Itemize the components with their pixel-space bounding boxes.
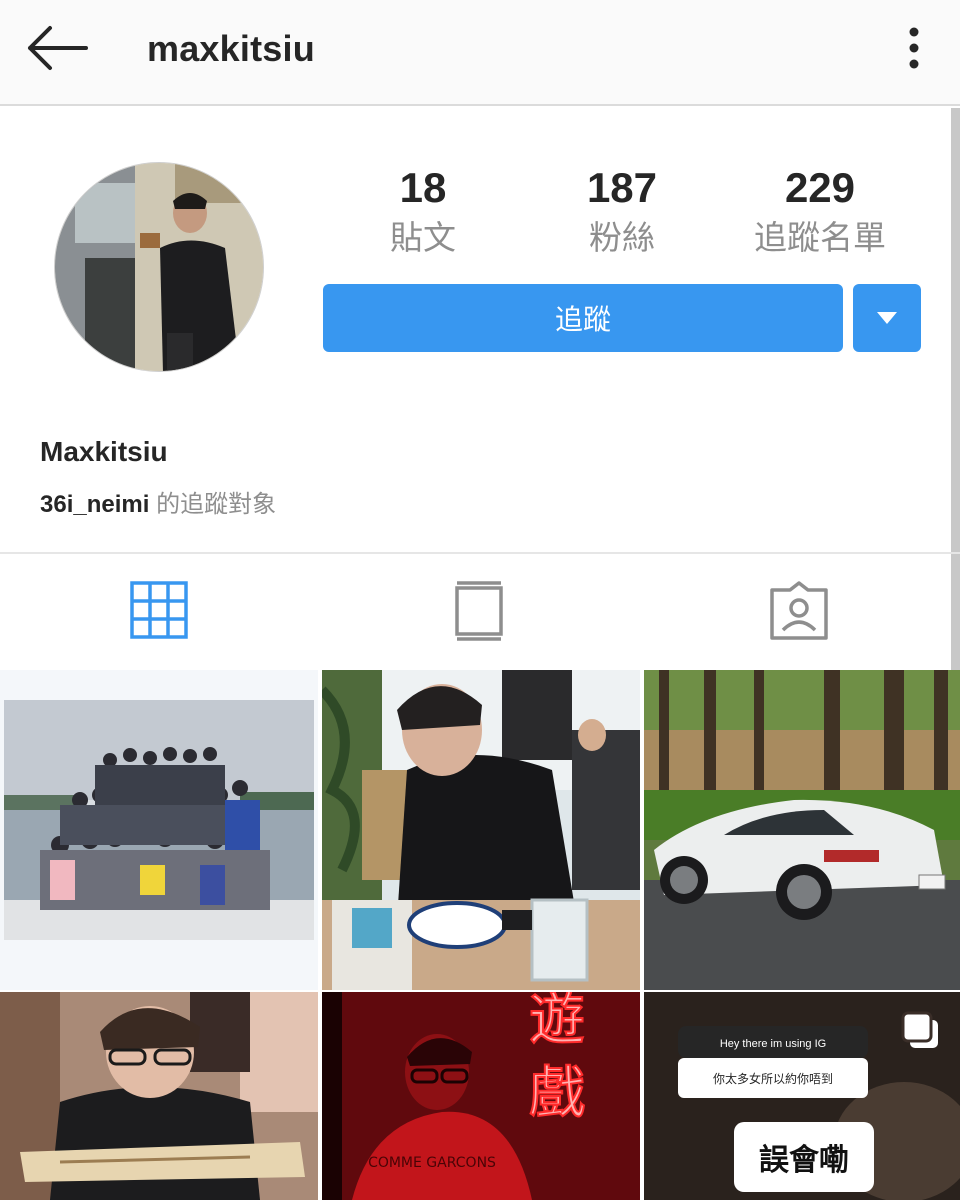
stat-posts-label: 貼文 bbox=[390, 219, 456, 256]
story-prompt-text: Hey there im using IG bbox=[720, 1038, 826, 1050]
stat-following-value: 229 bbox=[784, 164, 856, 211]
post-tile-2[interactable] bbox=[322, 670, 640, 990]
sticker-text: 誤會嘞 bbox=[759, 1143, 849, 1178]
top-bar: maxkitsiu bbox=[0, 0, 960, 106]
neon-sign-text: 遊 戲 bbox=[520, 992, 585, 1119]
man-with-map-photo bbox=[0, 992, 318, 1200]
tagged-icon bbox=[770, 581, 828, 640]
followed-by-account[interactable]: 36i_neimi bbox=[40, 491, 149, 518]
group-boat-photo bbox=[0, 670, 318, 990]
stat-posts-value: 18 bbox=[399, 164, 447, 211]
profile-avatar[interactable] bbox=[54, 162, 264, 372]
stat-followers[interactable]: 187 粉絲 bbox=[527, 164, 717, 258]
stat-following-label: 追蹤名單 bbox=[754, 219, 886, 256]
stat-posts[interactable]: 18 貼文 bbox=[328, 164, 518, 258]
tab-grid[interactable] bbox=[129, 580, 193, 644]
caret-down-icon bbox=[877, 312, 897, 324]
suggested-accounts-button[interactable] bbox=[853, 284, 921, 352]
multiple-posts-icon bbox=[901, 1011, 938, 1048]
profile-tabs bbox=[0, 552, 960, 670]
more-options-button[interactable] bbox=[896, 24, 932, 72]
post-tile-4[interactable] bbox=[0, 992, 318, 1200]
story-answer-text: 你太多女所以約你唔到 bbox=[713, 1071, 833, 1086]
man-at-table-photo bbox=[322, 670, 640, 990]
follow-button[interactable]: 追蹤 bbox=[323, 284, 843, 352]
shirt-text: COMME GARCONS bbox=[368, 1155, 496, 1171]
stat-followers-value: 187 bbox=[586, 164, 658, 211]
stat-following[interactable]: 229 追蹤名單 bbox=[725, 164, 915, 258]
followed-by[interactable]: 36i_neimi 的追蹤對象 bbox=[40, 484, 276, 519]
red-neon-sign-photo: 遊 戲 COMME GARCONS bbox=[322, 992, 640, 1200]
followed-by-suffix: 的追蹤對象 bbox=[156, 491, 277, 518]
follow-button-label: 追蹤 bbox=[554, 304, 611, 335]
stat-followers-label: 粉絲 bbox=[589, 219, 655, 256]
profile-username: maxkitsiu bbox=[147, 28, 315, 69]
grid-icon bbox=[130, 581, 188, 639]
tab-tagged[interactable] bbox=[768, 580, 832, 644]
post-tile-3[interactable] bbox=[644, 670, 960, 990]
post-tile-6[interactable]: Hey there im using IG 你太多女所以約你唔到 誤會嘞 bbox=[644, 992, 960, 1200]
arrow-left-icon bbox=[28, 26, 88, 70]
post-tile-5[interactable]: 遊 戲 COMME GARCONS bbox=[322, 992, 640, 1200]
back-button[interactable] bbox=[24, 22, 92, 74]
posts-grid: 遊 戲 COMME GARCONS Hey there im using IG … bbox=[0, 670, 960, 1200]
tab-feed[interactable] bbox=[452, 580, 516, 644]
more-vertical-icon bbox=[909, 27, 919, 69]
display-name: Maxkitsiu bbox=[40, 436, 168, 467]
post-tile-1[interactable] bbox=[0, 670, 318, 990]
avatar-photo bbox=[55, 163, 263, 371]
feed-icon bbox=[455, 581, 503, 641]
white-sports-car-photo bbox=[644, 670, 960, 990]
